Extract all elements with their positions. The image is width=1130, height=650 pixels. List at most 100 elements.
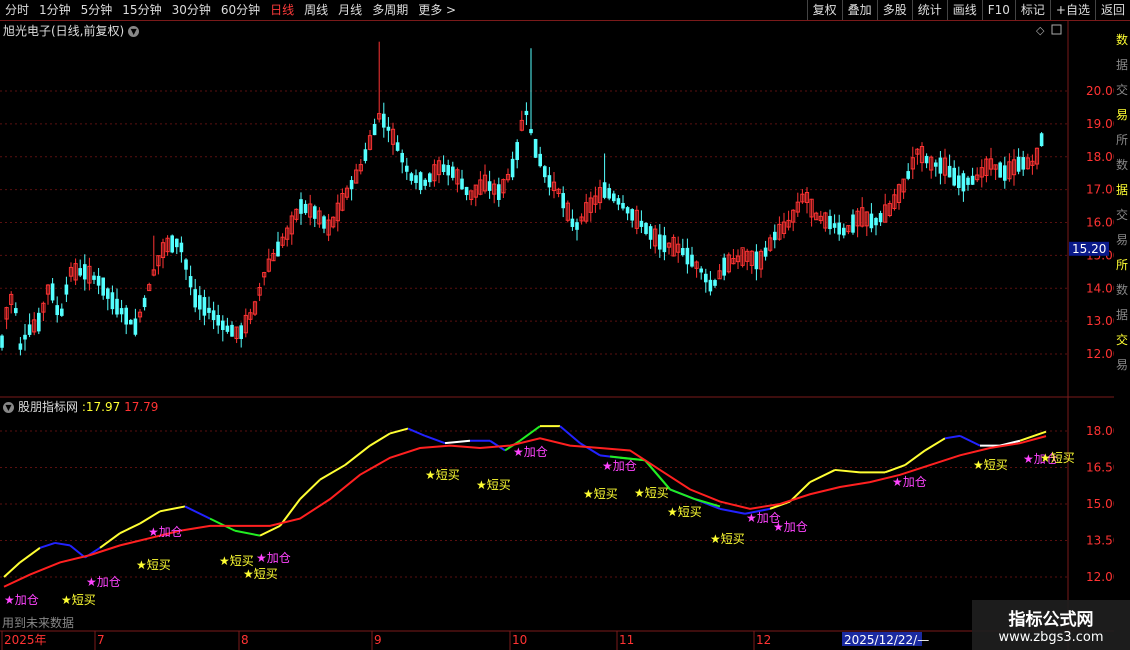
candle-body-down: [92, 275, 96, 280]
fast-line-segment: [234, 529, 261, 537]
candle-body-down: [414, 175, 418, 183]
current-price-label: 15.20: [1072, 242, 1106, 256]
fast-line-segment: [119, 522, 141, 535]
period-tab[interactable]: 月线: [333, 0, 367, 20]
candle-body-down: [193, 289, 197, 308]
short-buy-marker: ★短买: [583, 487, 618, 501]
candle-body-down: [142, 297, 147, 308]
candle-body-down: [198, 295, 202, 310]
indicator-name: 股朋指标网: [18, 400, 79, 414]
candle-body-down: [50, 283, 55, 301]
candle-body-down: [299, 199, 303, 214]
candle-body-down: [837, 222, 841, 235]
period-tab[interactable]: 15分钟: [117, 0, 166, 20]
period-tab[interactable]: 日线: [265, 0, 299, 20]
candle-body-down: [409, 173, 414, 181]
period-tab[interactable]: 30分钟: [167, 0, 216, 20]
add-position-marker: ★加仓: [773, 520, 808, 534]
fast-line-segment: [904, 449, 926, 466]
candle-body-down: [952, 167, 956, 186]
candle-body-down: [382, 113, 386, 128]
candle-body-down: [110, 292, 115, 310]
date-label: 12: [756, 633, 771, 647]
right-strip-char: 易: [1116, 108, 1128, 122]
candle-body-down: [221, 320, 225, 330]
chart-canvas[interactable]: 20.00 19.00 18.00 17.00 16.00 15.00 14.00 13.00…: [0, 20, 1114, 650]
right-strip-char: 交: [1116, 82, 1128, 97]
period-tab[interactable]: 更多 >: [413, 0, 461, 20]
period-tab[interactable]: 多周期: [367, 0, 413, 20]
short-buy-marker: ★短买: [425, 468, 460, 482]
right-strip-char: 所: [1116, 133, 1128, 147]
candle-body-down: [644, 222, 648, 234]
fast-line-segment: [719, 507, 746, 515]
period-tab[interactable]: 分时: [0, 0, 34, 20]
candle-body-down: [106, 288, 110, 299]
candle-body-down: [322, 216, 326, 229]
indicator-tick-label: 15.00: [1086, 497, 1114, 511]
fast-line-segment: [444, 439, 471, 445]
candle-body-down: [681, 248, 685, 256]
period-tab[interactable]: 60分钟: [216, 0, 265, 20]
date-label: 10: [512, 633, 527, 647]
candle-body-down: [188, 276, 193, 288]
toolbar-button[interactable]: 复权: [806, 0, 842, 20]
candle-body-down: [487, 181, 492, 191]
indicator-tick-label: 16.50: [1086, 461, 1114, 475]
toolbar-button[interactable]: 叠加: [841, 0, 877, 20]
fast-line-segment: [19, 546, 41, 564]
period-tab[interactable]: 周线: [299, 0, 333, 20]
candle-body-down: [119, 308, 124, 315]
fast-line-segment: [3, 561, 21, 578]
candle-body-down: [372, 123, 377, 136]
candle-body-down: [460, 178, 464, 190]
candle-body-down: [547, 175, 552, 188]
fast-line-segment: [69, 544, 86, 559]
candle-body-down: [129, 319, 133, 325]
period-tab[interactable]: 1分钟: [34, 0, 76, 20]
candle-body-down: [607, 188, 611, 199]
fast-line-segment: [319, 464, 346, 481]
candle-body-down: [313, 206, 317, 219]
fast-line-segment: [834, 468, 861, 474]
period-tab[interactable]: 5分钟: [76, 0, 118, 20]
candle-body-down: [211, 310, 216, 321]
candle-body-down: [27, 324, 32, 335]
candle-body-down: [216, 314, 220, 326]
toolbar-button[interactable]: 画线: [946, 0, 982, 20]
candle-body-down: [101, 277, 105, 296]
chevron-down-icon[interactable]: ▼: [3, 402, 14, 413]
price-tick-label: 13.00: [1086, 314, 1114, 328]
candle-body-down: [685, 247, 690, 265]
candle-body-down: [363, 149, 368, 161]
right-strip-char: 所: [1116, 258, 1128, 272]
short-buy-marker: ★短买: [710, 532, 745, 546]
toolbar-button[interactable]: 统计: [911, 0, 947, 20]
price-tick-label: 18.00: [1086, 150, 1114, 164]
maximize-icon: [1051, 24, 1062, 35]
fast-line-segment: [579, 442, 601, 457]
right-info-strip[interactable]: 数据交易所数据交易所数据交易: [1114, 20, 1130, 650]
candle-body-down: [658, 234, 662, 250]
fast-line-segment: [944, 434, 961, 440]
date-label: 2025年: [4, 633, 47, 647]
candle-body-down: [400, 152, 404, 163]
candle-body-down: [96, 275, 101, 286]
indicator-value-1: :17.97: [81, 400, 121, 414]
toolbar-button[interactable]: +自选: [1049, 0, 1095, 20]
candle-body-down: [621, 202, 625, 209]
candle-body-down: [754, 251, 759, 270]
toolbar-button[interactable]: F10: [981, 0, 1015, 20]
toolbar-button[interactable]: 多股: [876, 0, 912, 20]
short-buy-marker: ★短买: [1040, 451, 1075, 465]
right-strip-char: 据: [1116, 308, 1128, 322]
candle-body-down: [115, 298, 119, 315]
candle-body-down: [957, 175, 961, 188]
fast-line-segment: [299, 478, 321, 500]
toolbar-button[interactable]: 返回: [1094, 0, 1130, 20]
right-strip-char: 数: [1116, 157, 1128, 172]
add-position-marker: ★加仓: [513, 445, 548, 459]
toolbar-button[interactable]: 标记: [1014, 0, 1050, 20]
candle-body-down: [869, 213, 874, 229]
date-cursor-label: 2025/12/22/—: [844, 633, 929, 647]
